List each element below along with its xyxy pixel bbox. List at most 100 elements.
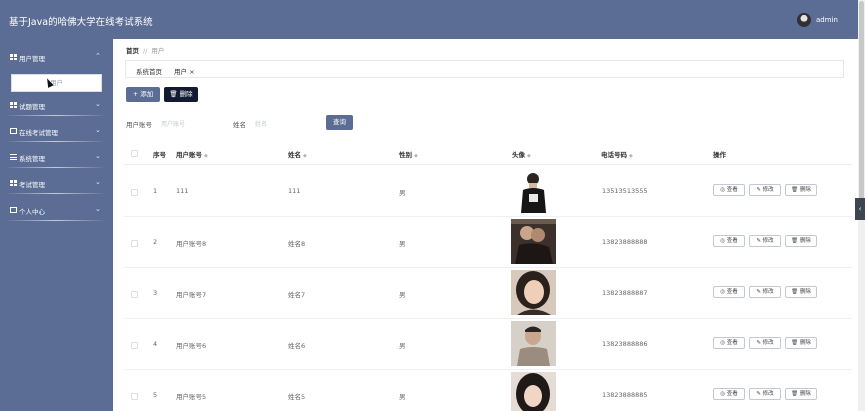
username-label[interactable]: admin [816,16,838,24]
cell-phone: 13823888887 [602,289,648,297]
card-icon [10,207,17,213]
column-header-label: 性别 [399,151,412,159]
cell-account: 111 [176,187,189,195]
edit-button[interactable]: ✎ 修改 [749,286,781,298]
avatar-photo [511,321,556,366]
cell-index: 1 [153,187,158,195]
cell-name: 111 [288,187,301,195]
row-delete-button[interactable]: 🗑 删除 [785,388,817,400]
view-button[interactable]: ◎ 查看 [713,184,745,196]
column-header-label: 用户账号 [176,151,202,159]
chevron-up-icon: ⌃ [95,52,101,60]
cell-name: 姓名7 [288,291,306,299]
cell-name: 姓名5 [288,393,306,401]
column-header-avatar[interactable]: 头像 ◆ [512,149,531,159]
table-header-divider [124,164,852,165]
column-header-phone[interactable]: 电话号码 ◆ [601,149,633,159]
view-button[interactable]: ◎ 查看 [713,337,745,349]
menu-divider [8,141,103,142]
app-title: 基于Java的哈佛大学在线考试系统 [9,17,153,28]
chevron-left-icon[interactable]: ‹ [855,198,865,220]
sidebar-item-system-management[interactable]: 系统管理 ⌄ [0,146,113,168]
row-checkbox[interactable] [131,240,138,247]
row-checkbox[interactable] [131,189,138,196]
row-checkbox[interactable] [131,393,138,400]
menu-divider [8,167,103,168]
cell-account: 用户账号6 [176,342,207,350]
grid-icon [10,180,17,186]
sort-icon: ◆ [204,153,208,159]
column-header-name[interactable]: 姓名 ◆ [288,149,307,159]
cell-name: 姓名8 [288,240,306,248]
sort-icon: ◆ [303,153,307,159]
cell-index: 5 [153,391,158,399]
submenu-item-user[interactable]: 用户 [11,74,102,92]
sort-icon: ◆ [414,153,418,159]
cell-gender: 男 [399,240,406,248]
cell-account: 用户账号8 [176,240,207,248]
sort-icon: ◆ [527,153,531,159]
view-button[interactable]: ◎ 查看 [713,286,745,298]
view-button[interactable]: ◎ 查看 [713,235,745,247]
user-avatar[interactable] [797,13,811,27]
table-row: 5 用户账号5 姓名5 男 13823888885 ◎ 查看 ✎ 修改 🗑 删除 [124,370,852,411]
delete-button[interactable]: 🗑 删除 [164,87,198,102]
cell-gender: 男 [399,189,406,197]
chevron-down-icon: ⌄ [95,126,101,134]
edit-button[interactable]: ✎ 修改 [749,235,781,247]
tag-user[interactable]: 用户 × [174,66,195,76]
view-button[interactable]: ◎ 查看 [713,388,745,400]
sidebar-item-personal-center[interactable]: 个人中心 ⌄ [0,199,113,221]
tag-home[interactable]: 系统首页 [136,66,162,76]
sidebar-item-online-exam-management[interactable]: 在线考试管理 ⌄ [0,120,113,142]
list-icon [10,154,17,160]
account-search-input[interactable]: 用户账号 [161,119,185,128]
row-checkbox[interactable] [131,342,138,349]
column-header-index: 序号 [153,151,166,159]
avatar-photo [511,270,556,315]
column-header-account[interactable]: 用户账号 ◆ [176,149,208,159]
sidebar-item-exam-management[interactable]: 考试管理 ⌄ [0,172,113,194]
cell-phone: 13513513555 [602,187,648,195]
cell-gender: 男 [399,393,406,401]
column-header-gender[interactable]: 性别 ◆ [399,149,418,159]
edit-button[interactable]: ✎ 修改 [749,388,781,400]
cell-account: 用户账号7 [176,291,207,299]
sidebar: 用户管理 ⌃ 用户 试题管理 ⌄ 在线考试管理 ⌄ 系统管理 ⌄ 考试管理 ⌄ … [0,39,113,411]
cell-index: 4 [153,340,158,348]
breadcrumb-home[interactable]: 首页 [126,47,139,55]
select-all-checkbox[interactable] [131,150,138,157]
row-checkbox[interactable] [131,291,138,298]
cell-gender: 男 [399,291,406,299]
cell-phone: 13823888888 [602,238,648,246]
row-delete-button[interactable]: 🗑 删除 [785,286,817,298]
edit-button[interactable]: ✎ 修改 [749,337,781,349]
sidebar-item-label: 试题管理 [19,103,45,111]
sidebar-item-label: 个人中心 [19,208,45,216]
cell-phone: 13823888886 [602,340,648,348]
account-search-label: 用户账号 [126,121,152,129]
row-delete-button[interactable]: 🗑 删除 [785,184,817,196]
breadcrumb-separator: // [143,47,148,55]
query-button[interactable]: 查询 [326,115,353,130]
top-bar: 基于Java的哈佛大学在线考试系统 admin [0,0,860,39]
row-delete-button[interactable]: 🗑 删除 [785,235,817,247]
menu-divider [8,220,103,221]
row-delete-button[interactable]: 🗑 删除 [785,337,817,349]
name-search-input[interactable]: 姓名 [255,119,267,128]
sidebar-item-user-management[interactable]: 用户管理 ⌃ [0,46,113,68]
sidebar-item-label: 系统管理 [19,155,45,163]
sort-icon: ◆ [629,153,633,159]
add-button[interactable]: + 添加 [126,87,160,102]
sidebar-item-question-management[interactable]: 试题管理 ⌄ [0,94,113,116]
cell-name: 姓名6 [288,342,306,350]
document-icon [10,128,17,134]
edit-button[interactable]: ✎ 修改 [749,184,781,196]
column-header-label: 电话号码 [601,151,627,159]
avatar-photo [511,372,556,411]
cell-index: 2 [153,238,158,246]
menu-divider [8,193,103,194]
scrollbar-thumb[interactable] [859,1,864,201]
chevron-down-icon: ⌄ [95,178,101,186]
cell-account: 用户账号5 [176,393,207,401]
